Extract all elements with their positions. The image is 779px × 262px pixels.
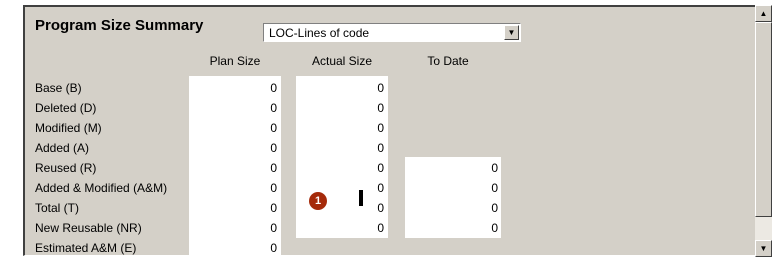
vertical-scrollbar[interactable]: ▲ ▼ (755, 5, 772, 257)
col-header-to-date: To Date (427, 54, 469, 68)
row-label: Deleted (D) (35, 101, 97, 115)
cell-actual[interactable]: 0 (296, 99, 384, 117)
chevron-down-icon[interactable]: ▼ (504, 25, 519, 40)
cell-plan[interactable]: 0 (189, 119, 277, 137)
cell-actual[interactable]: 0 (296, 119, 384, 137)
step-marker-badge: 1 (309, 192, 327, 210)
cell-plan[interactable]: 0 (189, 219, 277, 237)
text-cursor (359, 190, 363, 206)
col-header-plan: Plan Size (209, 54, 261, 68)
cell-actual[interactable]: 0 (296, 79, 384, 97)
col-header-actual: Actual Size (311, 54, 373, 68)
cell-actual[interactable]: 0 (296, 159, 384, 177)
row-label: Added & Modified (A&M) (35, 181, 168, 195)
program-size-panel: Program Size Summary LOC-Lines of code ▼… (25, 7, 754, 256)
cell-actual[interactable]: 0 (296, 139, 384, 157)
scroll-down-icon[interactable]: ▼ (755, 240, 772, 257)
cell-plan[interactable]: 0 (189, 139, 277, 157)
cell-actual[interactable]: 0 (296, 219, 384, 237)
scroll-up-icon[interactable]: ▲ (755, 5, 772, 22)
row-label: New Reusable (NR) (35, 221, 142, 235)
cell-plan[interactable]: 0 (189, 99, 277, 117)
cell-to-date[interactable]: 0 (405, 199, 498, 217)
row-label: Estimated A&M (E) (35, 241, 137, 255)
cell-plan[interactable]: 0 (189, 199, 277, 217)
cell-plan[interactable]: 0 (189, 79, 277, 97)
size-unit-value: LOC-Lines of code (269, 26, 370, 40)
cell-plan[interactable]: 0 (189, 159, 277, 177)
cell-to-date[interactable]: 0 (405, 219, 498, 237)
row-label: Base (B) (35, 81, 82, 95)
row-label: Reused (R) (35, 161, 97, 175)
row-label: Total (T) (35, 201, 80, 215)
size-unit-select[interactable]: LOC-Lines of code ▼ (263, 23, 521, 42)
cell-to-date[interactable]: 0 (405, 159, 498, 177)
cell-plan[interactable]: 0 (189, 179, 277, 197)
cell-plan[interactable]: 0 (189, 239, 277, 257)
cell-actual[interactable]: 0 (296, 179, 384, 197)
panel-title: Program Size Summary (35, 17, 204, 34)
cell-to-date[interactable]: 0 (405, 179, 498, 197)
row-label: Added (A) (35, 141, 90, 155)
row-label: Modified (M) (35, 121, 102, 135)
scrollbar-thumb[interactable] (755, 22, 772, 217)
